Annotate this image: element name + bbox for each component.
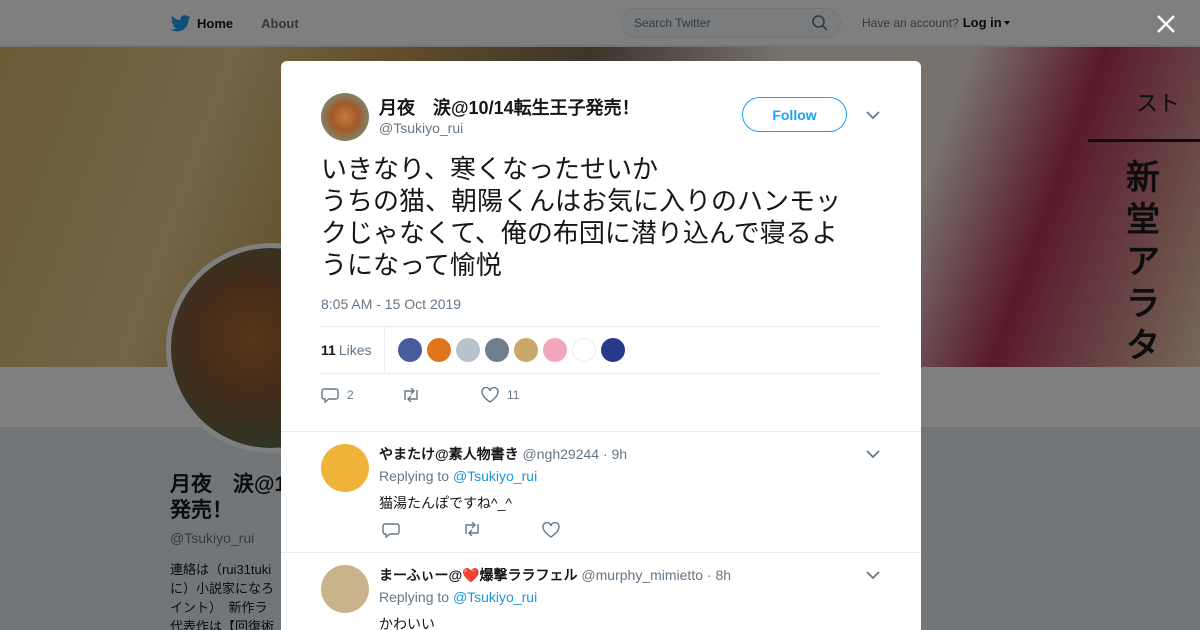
reply-actions: [382, 521, 622, 543]
retweet-button[interactable]: [401, 388, 481, 402]
liker-avatar[interactable]: [427, 338, 451, 362]
liker-avatar[interactable]: [398, 338, 422, 362]
replying-to: Replying to @Tsukiyo_rui: [379, 589, 537, 605]
tweet-text: いきなり、寒くなったせいか うちの猫、朝陽くんはお気に入りのハンモッ クじゃなく…: [321, 153, 886, 281]
reply-item[interactable]: まーふぃー@❤️爆撃ララフェル @murphy_mimietto · 8h Re…: [281, 552, 921, 630]
like-button[interactable]: 11: [481, 387, 519, 403]
tweet-text-line: いきなり、寒くなったせいか: [321, 154, 658, 184]
tweet-text-line: クじゃなくて、俺の布団に潜り込んで寝るよ: [321, 218, 838, 248]
stats-divider: [384, 327, 385, 373]
reply-button[interactable]: [382, 522, 462, 543]
chevron-down-icon[interactable]: [866, 111, 880, 120]
replying-to-link[interactable]: @Tsukiyo_rui: [453, 468, 537, 484]
reply-author-name[interactable]: やまたけ@素人物書き: [379, 446, 519, 462]
reply-button[interactable]: 2: [321, 387, 401, 403]
reply-author-handle[interactable]: @ngh29244: [523, 446, 600, 462]
tweet-stats: 11 Likes: [321, 326, 881, 374]
replying-label: Replying to: [379, 589, 450, 605]
reply-icon: [321, 388, 339, 403]
liker-avatar[interactable]: [601, 338, 625, 362]
reply-text: 猫湯たんぽですね^_^: [379, 495, 512, 511]
reply-text: かわいい: [379, 616, 435, 630]
replying-label: Replying to: [379, 468, 450, 484]
replying-to: Replying to @Tsukiyo_rui: [379, 468, 537, 484]
liker-avatar[interactable]: [514, 338, 538, 362]
heart-icon: [481, 387, 499, 403]
liker-avatar[interactable]: [485, 338, 509, 362]
reply-avatar[interactable]: [321, 444, 369, 492]
tweet-text-line: うになって愉悦: [321, 250, 502, 280]
heart-icon: [542, 521, 560, 538]
reply-header: まーふぃー@❤️爆撃ララフェル @murphy_mimietto · 8h: [379, 567, 732, 583]
reply-item[interactable]: やまたけ@素人物書き @ngh29244 · 9h Replying to @T…: [281, 431, 921, 553]
author-name[interactable]: 月夜 涙@10/14転生王子発売！: [379, 94, 640, 120]
retweet-icon: [404, 388, 418, 402]
reply-author-handle[interactable]: @murphy_mimietto: [581, 567, 703, 583]
chevron-down-icon[interactable]: [866, 571, 880, 580]
chevron-down-icon[interactable]: [866, 450, 880, 459]
reply-icon: [382, 523, 400, 539]
likes-number: 11: [321, 342, 336, 358]
like-count: 11: [507, 388, 520, 402]
tweet-modal: 月夜 涙@10/14転生王子発売！ @Tsukiyo_rui Follow いき…: [281, 61, 921, 630]
reply-time[interactable]: 9h: [612, 446, 628, 462]
reply-header: やまたけ@素人物書き @ngh29244 · 9h: [379, 446, 628, 462]
reply-author-name[interactable]: まーふぃー@❤️爆撃ララフェル: [379, 567, 578, 583]
tweet-text-line: うちの猫、朝陽くんはお気に入りのハンモッ: [321, 186, 842, 216]
tweet-actions: 2 11: [321, 383, 519, 407]
liker-avatar[interactable]: [543, 338, 567, 362]
tweet-timestamp[interactable]: 8:05 AM - 15 Oct 2019: [321, 296, 461, 312]
likers-list: [398, 338, 630, 362]
likes-label: Likes: [338, 342, 372, 358]
close-icon[interactable]: [1154, 12, 1178, 36]
like-button[interactable]: [542, 521, 622, 543]
likes-count[interactable]: 11 Likes: [321, 342, 372, 358]
reply-count: 2: [347, 388, 354, 402]
replying-to-link[interactable]: @Tsukiyo_rui: [453, 589, 537, 605]
retweet-button[interactable]: [462, 521, 542, 543]
reply-avatar[interactable]: [321, 565, 369, 613]
retweet-icon: [465, 521, 479, 537]
liker-avatar[interactable]: [572, 338, 596, 362]
liker-avatar[interactable]: [456, 338, 480, 362]
author-avatar[interactable]: [321, 93, 369, 141]
author-handle[interactable]: @Tsukiyo_rui: [379, 120, 463, 136]
follow-button[interactable]: Follow: [742, 97, 847, 132]
reply-time[interactable]: 8h: [715, 567, 731, 583]
